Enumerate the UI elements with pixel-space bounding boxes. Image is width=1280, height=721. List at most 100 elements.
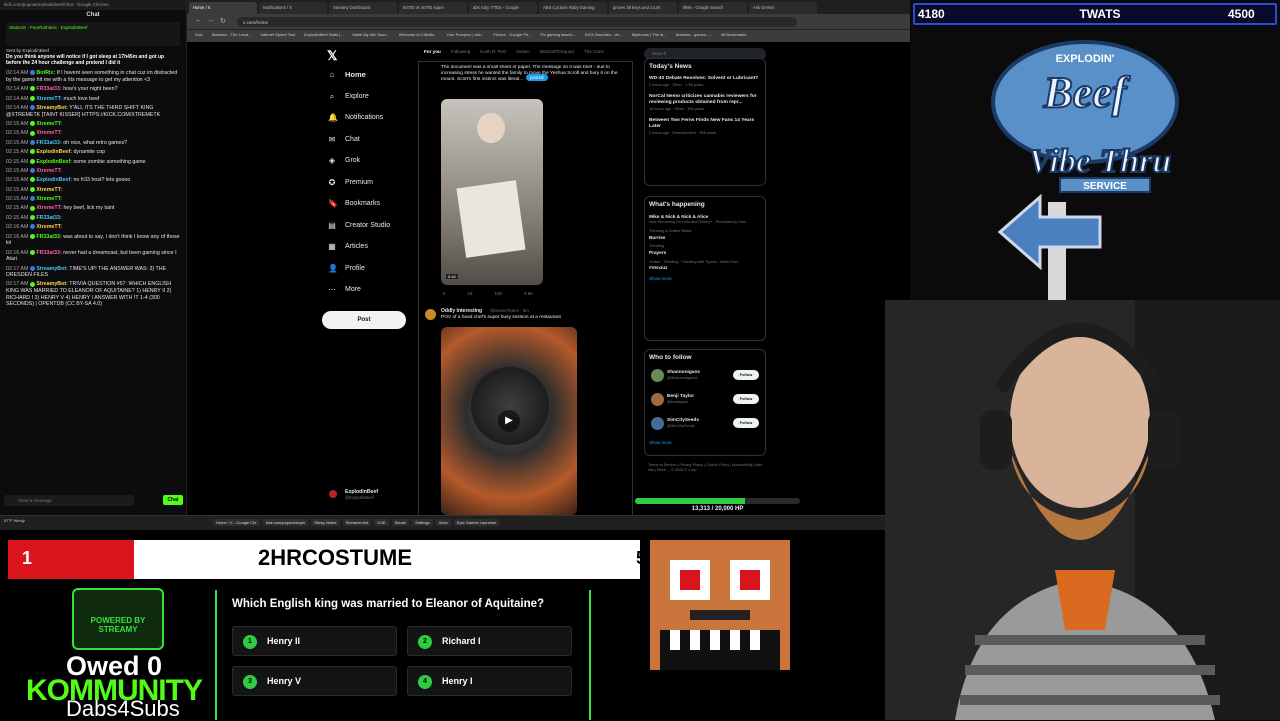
trend-item[interactable]: Vtuber · Trending · Trending with Tyreee… (645, 258, 765, 273)
post-video[interactable]: 0:44 (441, 99, 543, 285)
bookmark-item[interactable]: KICK Bounties - vie... (585, 32, 623, 40)
follow-button[interactable]: Follow (733, 418, 759, 428)
taskbar-app[interactable]: Settings (412, 519, 433, 526)
taskbar-app[interactable]: Sticky Notes (311, 519, 340, 526)
message-username[interactable]: XtremeTT: (36, 121, 62, 127)
taskbar-app[interactable]: Streamer.bot (342, 519, 372, 526)
nav-item-premium[interactable]: ✪ Premium (328, 178, 373, 187)
message-username[interactable]: FR33at33: (36, 250, 61, 256)
browser-tab[interactable]: ABS Cyclone Ruby Gaming (539, 2, 607, 14)
message-username[interactable]: FR33at33: (36, 234, 61, 240)
taskbar-app[interactable]: kick.com/popout/explo (262, 519, 309, 526)
bookmark-item[interactable]: ExplodinBeef Stats |... (304, 32, 343, 40)
message-username[interactable]: FR33at33: (36, 86, 61, 92)
follow-suggestion[interactable]: SimCitySeeds @SimCitySeeds Follow (645, 413, 765, 437)
reload-icon[interactable]: ↻ (220, 17, 226, 25)
news-item[interactable]: WD-40 Debate Resolves: Solvent or Lubric… (645, 74, 765, 92)
message-username[interactable]: StreamyBot: (36, 266, 68, 272)
nav-item-chat[interactable]: ✉ Chat (328, 135, 360, 144)
browser-tab[interactable]: gnives 38 keys and count (609, 2, 677, 14)
message-username[interactable]: XtremeTT: (36, 205, 62, 211)
bookmark-item[interactable]: All Bookmarks (721, 32, 747, 40)
x-logo-icon[interactable]: 𝕏 (327, 48, 337, 64)
nav-item-home[interactable]: ⌂ Home (328, 70, 366, 79)
view-count[interactable]: 3.6K (524, 291, 533, 296)
feed-tab[interactable]: The Conn (584, 49, 604, 56)
bookmark-item[interactable]: Internet Speed Test (261, 32, 296, 40)
browser-tab[interactable]: Ask Gemini (749, 2, 817, 14)
play-icon[interactable]: ▶ (498, 410, 520, 432)
nav-item-creator-studio[interactable]: ▤ Creator Studio (328, 221, 390, 230)
browser-tab[interactable]: ll99s - Google Search (679, 2, 747, 14)
x-footer[interactable]: Terms of Service | Privacy Policy | Cook… (648, 463, 768, 473)
weather-widget[interactable]: 57°F Windy (4, 518, 25, 523)
follow-suggestion[interactable]: Shannonigans @ShannonigansX Follow (645, 365, 765, 389)
browser-tab[interactable]: Notifications / X (259, 2, 327, 14)
bookmark-item[interactable]: Photos - Google Ph... (493, 32, 531, 40)
avatar[interactable] (425, 309, 436, 320)
message-username[interactable]: XtremeTT: (36, 196, 62, 202)
message-username[interactable]: FR33at33: (36, 140, 61, 146)
browser-tab[interactable]: abs ruby 7700x - Google (469, 2, 537, 14)
message-username[interactable]: ExplodinBeef: (36, 177, 72, 183)
taskbar-app[interactable]: Epic Games Launcher (453, 519, 500, 526)
feed-tab[interactable]: For you (424, 49, 441, 56)
post-author[interactable]: Oddly Interesting (441, 308, 482, 314)
browser-tab[interactable]: Home / X (189, 2, 257, 14)
repost-count[interactable]: 18 (468, 291, 473, 296)
taskbar-app[interactable]: Home / X - Google Chr (213, 519, 260, 526)
nav-item-grok[interactable]: ◈ Grok (328, 156, 360, 165)
message-username[interactable]: XtremeTT: (36, 96, 62, 102)
message-username[interactable]: XtremeTT: (36, 130, 62, 136)
taskbar-app[interactable]: KUE (374, 519, 389, 526)
nav-item-explore[interactable]: ⌕ Explore (328, 92, 369, 102)
nav-item-more[interactable]: ⋯ More (328, 285, 361, 294)
nav-item-articles[interactable]: ▦ Articles (328, 242, 368, 251)
chat-send-button[interactable]: Chat (163, 495, 183, 505)
browser-tab[interactable]: Streamy Dashboard (329, 2, 397, 14)
message-username[interactable]: FR33at33: (36, 215, 61, 221)
nav-item-profile[interactable]: 👤 Profile (328, 264, 365, 273)
feed-tab[interactable]: Autism (516, 49, 530, 56)
forward-icon[interactable]: → (207, 17, 214, 24)
chat-input[interactable]: Send a message (4, 495, 134, 506)
bookmark-item[interactable]: Welcome to Cliitutio... (399, 32, 438, 40)
taskbar-app[interactable]: Steam (391, 519, 410, 526)
feed-tab[interactable]: Following (451, 49, 470, 56)
message-username[interactable]: StreamyBot: (36, 105, 68, 111)
bookmark-item[interactable]: Fix gaming issues... (540, 32, 575, 40)
message-username[interactable]: BotRix: (36, 70, 55, 76)
posted-pill[interactable]: posted (526, 74, 548, 81)
follow-button[interactable]: Follow (733, 370, 759, 380)
bookmark-item[interactable]: Statusus - The Lowd... (212, 32, 252, 40)
back-icon[interactable]: ← (195, 17, 202, 24)
bookmark-item[interactable]: Kick (195, 32, 203, 40)
news-item[interactable]: NorCal Nemo criticizes cannabis reviewer… (645, 92, 765, 116)
message-username[interactable]: StreamyBot: (36, 281, 68, 287)
trend-item[interactable]: Mike & Nick & Nick & Alice Now Streaming … (645, 212, 765, 227)
feed-tab[interactable]: Butch4PDSquad (540, 49, 574, 56)
bookmark-item[interactable]: Make My Mix Soun... (352, 32, 389, 40)
account-switcher[interactable]: ExplodinBeef @ExplodinBeef (327, 488, 417, 502)
message-username[interactable]: XtremeTT: (36, 168, 62, 174)
browser-tab[interactable]: 5070ti vs 4070ti super (399, 2, 467, 14)
show-more-link[interactable]: Show more (645, 437, 765, 449)
feed-tab[interactable]: Kush N' Test (480, 49, 506, 56)
message-username[interactable]: ExplodinBeef: (36, 159, 72, 165)
trend-item[interactable]: Trending in United States Burries (645, 227, 765, 242)
like-count[interactable]: 100 (495, 291, 503, 296)
follow-suggestion[interactable]: Benji Taylor @benjitaylor Follow (645, 389, 765, 413)
follow-button[interactable]: Follow (733, 394, 759, 404)
taskbar-app[interactable]: Xbox (435, 519, 451, 526)
news-item[interactable]: Between Two Ferns Finds New Fans 14 Year… (645, 116, 765, 140)
message-username[interactable]: XtremeTT: (36, 187, 62, 193)
bookmark-item[interactable]: Mystronic | The la... (632, 32, 667, 40)
bookmark-item[interactable]: Your Pureplus | dsk... (446, 32, 484, 40)
message-username[interactable]: XtremeTT: (36, 224, 62, 230)
show-more-link[interactable]: Show more (645, 273, 765, 285)
nav-item-bookmarks[interactable]: 🔖 Bookmarks (328, 199, 380, 208)
bookmark-item[interactable]: Andreas - games -... (676, 32, 712, 40)
reply-count[interactable]: 6 (443, 291, 446, 296)
pinned-message[interactable]: StationS · FearRuthless · ExplodinBeef (6, 22, 180, 46)
trend-item[interactable]: Trending Prayers (645, 242, 765, 257)
